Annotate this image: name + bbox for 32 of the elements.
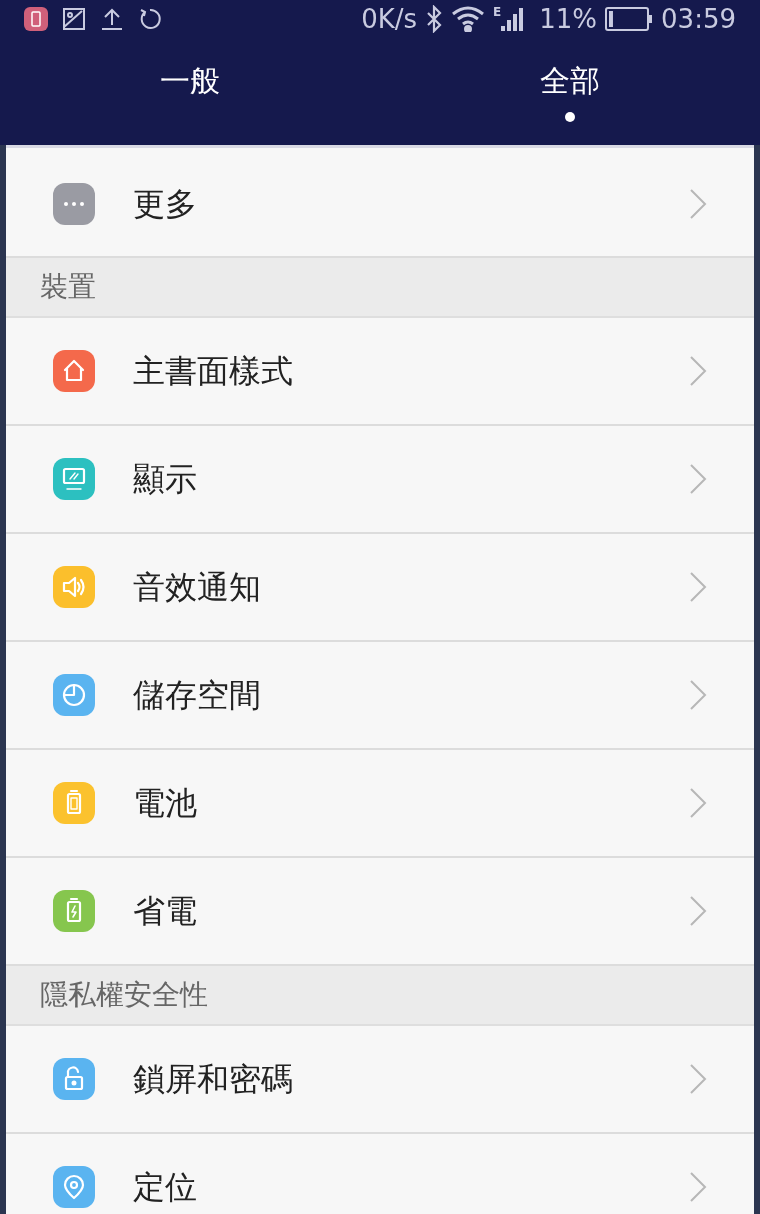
bluetooth-icon xyxy=(425,5,444,33)
app-notification-icon xyxy=(24,7,48,31)
chevron-icon xyxy=(689,895,707,927)
refresh-icon xyxy=(138,7,162,31)
section-header: 隱私權安全性 xyxy=(6,966,754,1026)
settings-row[interactable]: 定位 xyxy=(6,1134,754,1214)
settings-row[interactable]: 音效通知 xyxy=(6,534,754,642)
wifi-icon xyxy=(451,6,486,32)
settings-row[interactable]: 電池 xyxy=(6,750,754,858)
image-icon xyxy=(62,7,86,31)
tab[interactable]: 全部 xyxy=(380,38,760,145)
network-type: E xyxy=(493,6,502,18)
settings-row[interactable]: 顯示 xyxy=(6,426,754,534)
settings-row[interactable]: 主書面樣式 xyxy=(6,318,754,426)
battery-icon xyxy=(605,7,654,31)
chevron-icon xyxy=(689,1171,707,1203)
chevron-icon xyxy=(689,787,707,819)
chevron-icon xyxy=(689,571,707,603)
chevron-icon xyxy=(689,187,707,220)
chevron-icon xyxy=(689,355,707,387)
clock: 03:59 xyxy=(661,6,736,32)
chevron-icon xyxy=(689,463,707,495)
tab[interactable]: 一般 xyxy=(0,38,380,145)
network-speed: 0K/s xyxy=(361,6,418,32)
settings-row[interactable]: 鎖屏和密碼 xyxy=(6,1026,754,1134)
chevron-icon xyxy=(689,1063,707,1095)
section-header: 裝置 xyxy=(6,258,754,318)
signal-icon xyxy=(501,6,526,32)
chevron-icon xyxy=(689,679,707,711)
upload-icon xyxy=(100,7,124,31)
battery-percent: 11% xyxy=(539,6,598,32)
settings-row[interactable]: 儲存空間 xyxy=(6,642,754,750)
